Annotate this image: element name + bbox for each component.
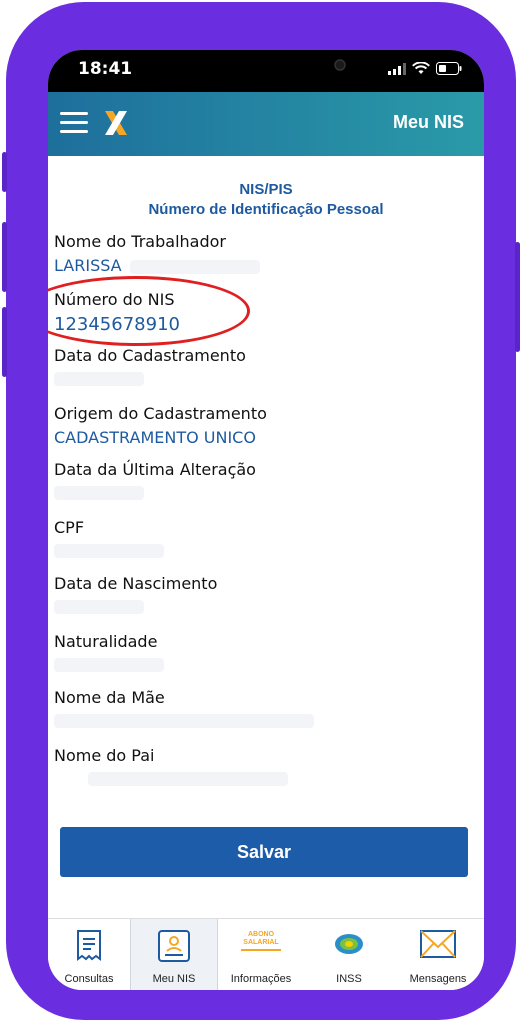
tab-meu-nis[interactable]: Meu NIS — [130, 919, 218, 990]
caixa-logo-icon — [105, 111, 127, 135]
redacted-text — [54, 714, 314, 728]
birth-date-label: Data de Nascimento — [54, 574, 218, 593]
mother-name-label: Nome da Mãe — [54, 688, 165, 707]
tab-label: Meu NIS — [152, 973, 196, 985]
redacted-text — [54, 658, 164, 672]
redacted-text — [130, 260, 260, 274]
tab-label: Mensagens — [409, 973, 467, 985]
hamburger-icon-line — [60, 112, 88, 115]
bottom-tab-bar: Consultas Meu NIS ABONO SALARIAL Informa… — [48, 918, 484, 990]
worker-name-label: Nome do Trabalhador — [54, 232, 226, 251]
receipt-icon — [77, 930, 101, 961]
screen: 18:41 Meu NIS NIS/PIS Número de Identifi… — [48, 50, 484, 990]
app-bar: Meu NIS — [48, 92, 484, 156]
side-button-left-3 — [2, 307, 7, 377]
side-button-left-1 — [2, 152, 7, 192]
side-button-left-2 — [2, 222, 7, 292]
save-button[interactable]: Salvar — [60, 827, 468, 877]
cpf-label: CPF — [54, 518, 85, 537]
status-icons — [388, 62, 462, 75]
redacted-text — [54, 486, 144, 500]
status-bar: 18:41 — [48, 50, 484, 92]
redacted-text — [88, 772, 288, 786]
registration-origin-label: Origem do Cadastramento — [54, 404, 267, 423]
envelope-icon — [420, 930, 456, 958]
tab-informacoes[interactable]: ABONO SALARIAL Informações — [216, 919, 306, 990]
nis-highlight-circle — [48, 276, 250, 346]
app-title: Meu NIS — [392, 112, 464, 132]
worker-name-value: LARISSA — [54, 256, 122, 275]
title-line-1: NIS/PIS — [239, 181, 293, 198]
menu-button[interactable] — [60, 112, 88, 134]
registration-origin-value: CADASTRAMENTO UNICO — [54, 428, 256, 447]
signal-icon — [388, 62, 406, 75]
redacted-text — [54, 372, 144, 386]
phone-frame: 18:41 Meu NIS NIS/PIS Número de Identifi… — [2, 2, 520, 1020]
id-card-icon — [158, 930, 190, 962]
side-button-right — [515, 242, 520, 352]
camera-icon — [334, 59, 346, 71]
abono-salarial-icon: ABONO SALARIAL — [241, 931, 281, 951]
birthplace-label: Naturalidade — [54, 632, 158, 651]
hamburger-icon-line — [60, 121, 88, 124]
inss-icon — [335, 934, 363, 954]
redacted-text — [54, 600, 144, 614]
tab-consultas[interactable]: Consultas — [48, 919, 130, 990]
tab-label: INSS — [336, 973, 362, 985]
tab-label: Informações — [230, 973, 292, 985]
wifi-icon — [412, 62, 430, 74]
notch — [143, 50, 389, 84]
battery-icon — [436, 62, 462, 75]
tab-mensagens[interactable]: Mensagens — [392, 919, 484, 990]
tab-label: Consultas — [64, 973, 114, 985]
tab-inss[interactable]: INSS — [306, 919, 392, 990]
father-name-label: Nome do Pai — [54, 746, 155, 765]
registration-date-label: Data do Cadastramento — [54, 346, 246, 365]
redacted-text — [54, 544, 164, 558]
status-time: 18:41 — [78, 59, 133, 79]
hamburger-icon-line — [60, 130, 88, 133]
title-line-2: Número de Identificação Pessoal — [148, 201, 384, 218]
nis-details: NIS/PIS Número de Identificação Pessoal … — [48, 156, 484, 786]
page-title: NIS/PIS Número de Identificação Pessoal — [48, 180, 484, 220]
last-change-date-label: Data da Última Alteração — [54, 460, 256, 479]
